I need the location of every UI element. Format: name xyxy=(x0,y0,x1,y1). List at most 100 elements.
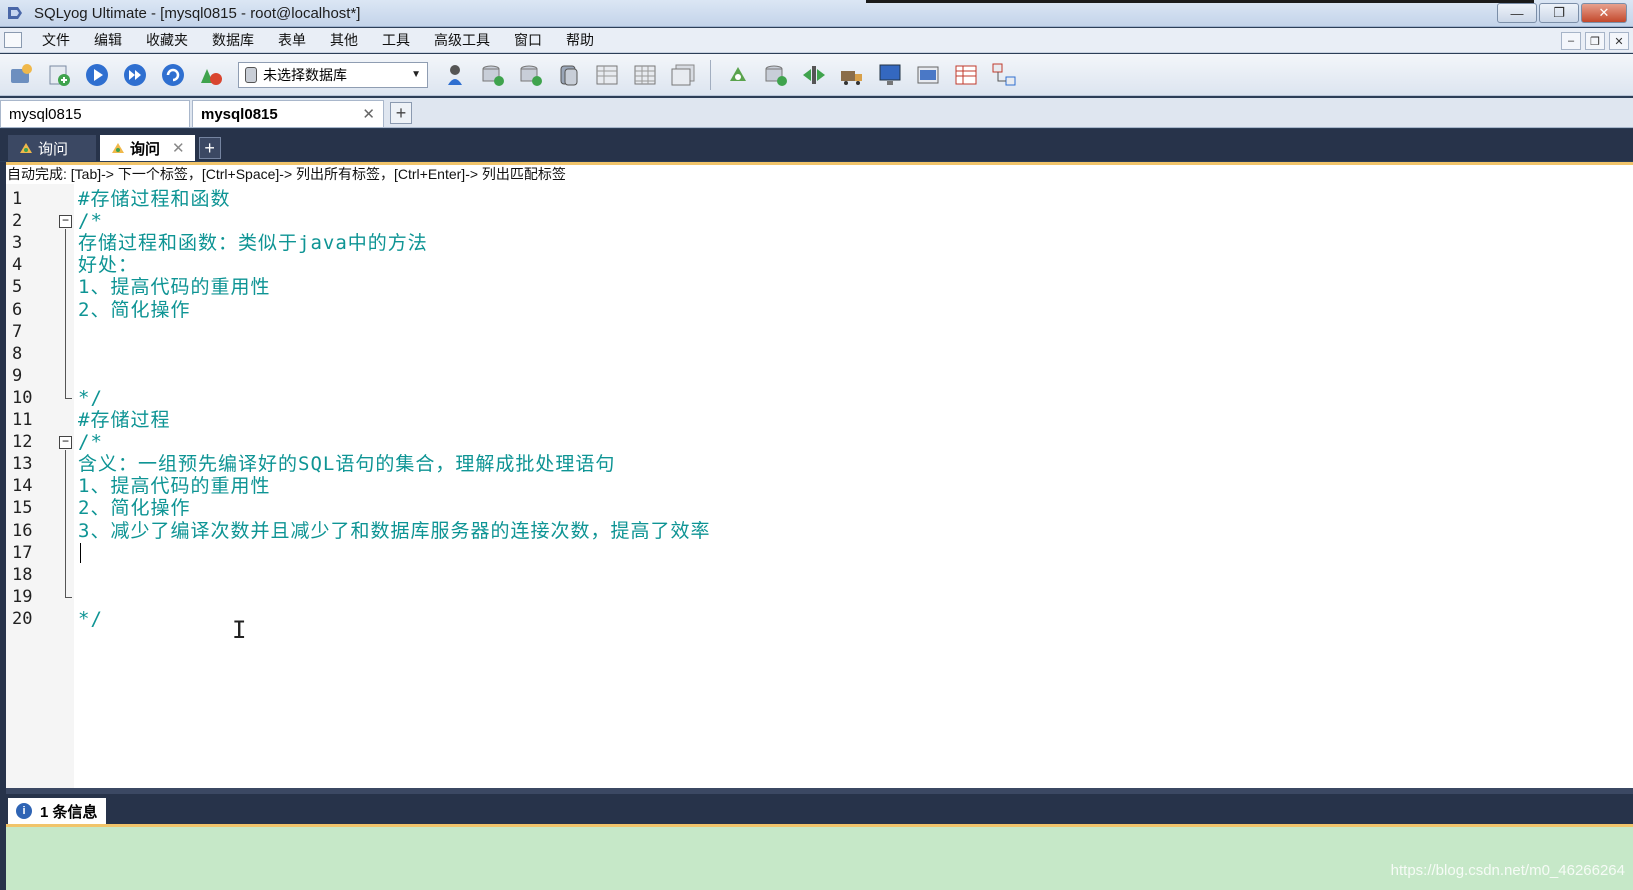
menu-advanced-tools[interactable]: 高级工具 xyxy=(422,28,502,53)
schema-sync-button[interactable] xyxy=(721,58,755,92)
line-number: 12 xyxy=(12,432,33,453)
messages-tab[interactable]: i 1 条信息 xyxy=(8,798,106,824)
add-query-tab-button[interactable]: + xyxy=(198,137,221,159)
menu-database[interactable]: 数据库 xyxy=(200,28,266,53)
line-number: 10 xyxy=(12,387,33,408)
title-bar: SQLyog Ultimate - [mysql0815 - root@loca… xyxy=(0,0,1633,27)
line-number: 15 xyxy=(12,498,33,519)
query-tab-1[interactable]: 询问 xyxy=(8,135,96,161)
editor-line[interactable]: 19 xyxy=(6,586,1633,609)
menu-other[interactable]: 其他 xyxy=(318,28,370,53)
editor-line[interactable]: 2 /* xyxy=(6,210,1633,233)
info-icon: i xyxy=(16,803,32,819)
editor-line[interactable]: 20 */ xyxy=(6,608,1633,631)
mdi-close-button[interactable]: ✕ xyxy=(1609,32,1629,50)
line-number: 19 xyxy=(12,586,33,607)
stop-icon xyxy=(201,68,222,85)
menu-window[interactable]: 窗口 xyxy=(502,28,554,53)
connection-icon xyxy=(11,63,32,83)
code-text: 2、简化操作 xyxy=(78,298,191,321)
user-manager-button[interactable] xyxy=(438,58,472,92)
close-icon[interactable]: ✕ xyxy=(172,139,185,157)
minimize-button[interactable]: — xyxy=(1497,3,1537,23)
autocomplete-hint: 自动完成: [Tab]-> 下一个标签，[Ctrl+Space]-> 列出所有标… xyxy=(6,162,1633,184)
session-button[interactable] xyxy=(911,58,945,92)
editor-line[interactable]: 9 xyxy=(6,365,1633,388)
editor-line[interactable]: 5 1、提高代码的重用性 xyxy=(6,276,1633,299)
editor-line[interactable]: 15 2、简化操作 xyxy=(6,497,1633,520)
editor-line[interactable]: 12 /* xyxy=(6,431,1633,454)
connection-tab-label: mysql0815 xyxy=(9,105,82,123)
db-copy-button[interactable] xyxy=(552,58,586,92)
code-text: 存储过程和函数：类似于java中的方法 xyxy=(78,232,428,255)
editor-line[interactable]: 7 xyxy=(6,321,1633,344)
line-number: 9 xyxy=(12,365,23,386)
connection-tab-1[interactable]: mysql0815 xyxy=(0,100,190,127)
add-green-icon xyxy=(49,65,70,86)
text-caret xyxy=(80,542,81,563)
toolbar-separator xyxy=(710,59,711,90)
editor-line[interactable]: 16 3、减少了编译次数并且减少了和数据库服务器的连接次数，提高了效率 xyxy=(6,520,1633,543)
editor-line[interactable]: 18 xyxy=(6,564,1633,587)
menu-edit[interactable]: 编辑 xyxy=(82,28,134,53)
play-icon xyxy=(86,63,108,86)
editor-line[interactable]: 14 1、提高代码的重用性 xyxy=(6,475,1633,498)
red-table-icon xyxy=(955,65,977,84)
editor-line[interactable]: 3 存储过程和函数：类似于java中的方法 xyxy=(6,232,1633,255)
query-tab-2[interactable]: 询问 ✕ xyxy=(100,135,195,161)
table-button-2[interactable] xyxy=(628,58,662,92)
editor-line[interactable]: 13 含义：一组预先编译好的SQL语句的集合，理解成批处理语句 xyxy=(6,453,1633,476)
database-select[interactable]: 未选择数据库 ▼ xyxy=(238,61,428,88)
import-button[interactable] xyxy=(835,58,869,92)
editor-line[interactable]: 1 #存储过程和函数 xyxy=(6,188,1633,211)
fold-end-marker xyxy=(65,596,72,598)
connection-tab-2[interactable]: mysql0815 ✕ xyxy=(192,100,384,127)
new-connection-button[interactable] xyxy=(4,58,38,92)
diagram-icon xyxy=(992,63,1016,85)
editor-line[interactable]: 11 #存储过程 xyxy=(6,409,1633,432)
editor-line[interactable]: 8 xyxy=(6,343,1633,366)
editor-line[interactable]: 10 */ xyxy=(6,387,1633,410)
add-connection-button[interactable]: + xyxy=(390,102,412,124)
monitor-button[interactable] xyxy=(873,58,907,92)
mdi-minimize-button[interactable]: – xyxy=(1561,32,1581,50)
menu-tools[interactable]: 工具 xyxy=(370,28,422,53)
db-restore-button[interactable] xyxy=(514,58,548,92)
data-sync-button[interactable] xyxy=(759,58,793,92)
fold-toggle-icon[interactable]: − xyxy=(59,435,72,450)
mdi-restore-button[interactable]: ❐ xyxy=(1585,32,1605,50)
editor-line[interactable]: 4 好处： xyxy=(6,254,1633,277)
menu-file[interactable]: 文件 xyxy=(30,28,82,53)
close-button[interactable]: ✕ xyxy=(1581,3,1627,23)
compare-button[interactable] xyxy=(797,58,831,92)
db-backup-button[interactable] xyxy=(476,58,510,92)
refresh-button[interactable] xyxy=(156,58,190,92)
query-icon xyxy=(20,143,32,153)
execute-all-button[interactable] xyxy=(118,58,152,92)
new-query-button[interactable] xyxy=(42,58,76,92)
code-text: #存储过程和函数 xyxy=(78,188,231,210)
fold-toggle-icon[interactable]: − xyxy=(59,214,72,229)
mouse-cursor-icon: I xyxy=(232,616,247,644)
editor-line[interactable]: 6 2、简化操作 xyxy=(6,299,1633,322)
code-text: 2、简化操作 xyxy=(78,497,191,520)
close-icon[interactable]: ✕ xyxy=(362,105,375,123)
database-icon xyxy=(245,66,257,83)
sql-editor[interactable]: 1 #存储过程和函数 2 /* 3 存储过程和函数：类似于java中的方法 4 好处： 5 1、提… xyxy=(6,184,1633,788)
menu-help[interactable]: 帮助 xyxy=(554,28,606,53)
code-text: 1、提高代码的重用性 xyxy=(78,276,271,299)
menu-table[interactable]: 表单 xyxy=(266,28,318,53)
code-text: 好处： xyxy=(78,254,139,277)
line-number: 18 xyxy=(12,564,33,585)
execute-query-button[interactable] xyxy=(80,58,114,92)
query-builder-button[interactable] xyxy=(987,58,1021,92)
restore-button[interactable]: ❐ xyxy=(1539,3,1579,23)
menu-favorites[interactable]: 收藏夹 xyxy=(134,28,200,53)
editor-line[interactable]: 17 xyxy=(6,542,1633,565)
schema-designer-button[interactable] xyxy=(949,58,983,92)
stop-button[interactable] xyxy=(194,58,228,92)
table-button-1[interactable] xyxy=(590,58,624,92)
document-icon[interactable] xyxy=(4,32,22,48)
refresh-icon xyxy=(162,63,184,86)
table-button-3[interactable] xyxy=(666,58,700,92)
